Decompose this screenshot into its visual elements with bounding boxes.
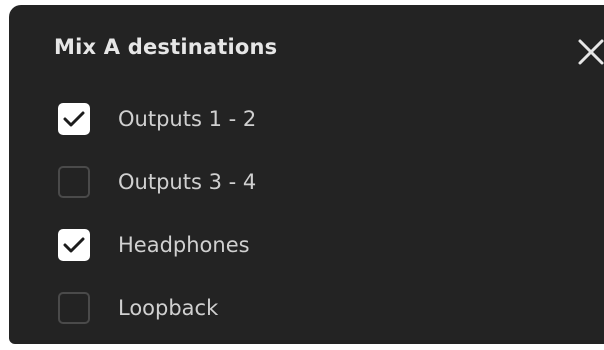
checkmark-icon <box>63 237 85 253</box>
option-label: Outputs 3 - 4 <box>118 170 257 194</box>
option-label: Loopback <box>118 296 219 320</box>
checkbox-outputs-1-2[interactable] <box>58 103 90 135</box>
close-icon <box>578 39 604 65</box>
checkmark-icon <box>63 111 85 127</box>
close-button[interactable] <box>574 35 604 69</box>
destination-option-loopback[interactable]: Loopback <box>58 291 218 325</box>
mix-destinations-dialog: Mix A destinations Outputs 1 - 2 Outputs… <box>9 5 604 344</box>
checkbox-outputs-3-4[interactable] <box>58 166 90 198</box>
option-label: Headphones <box>118 233 250 257</box>
checkbox-headphones[interactable] <box>58 229 90 261</box>
option-label: Outputs 1 - 2 <box>118 107 257 131</box>
checkbox-loopback[interactable] <box>58 292 90 324</box>
dialog-title: Mix A destinations <box>54 35 278 59</box>
destination-option-outputs-1-2[interactable]: Outputs 1 - 2 <box>58 102 256 136</box>
destination-option-headphones[interactable]: Headphones <box>58 228 250 262</box>
destination-option-outputs-3-4[interactable]: Outputs 3 - 4 <box>58 165 256 199</box>
